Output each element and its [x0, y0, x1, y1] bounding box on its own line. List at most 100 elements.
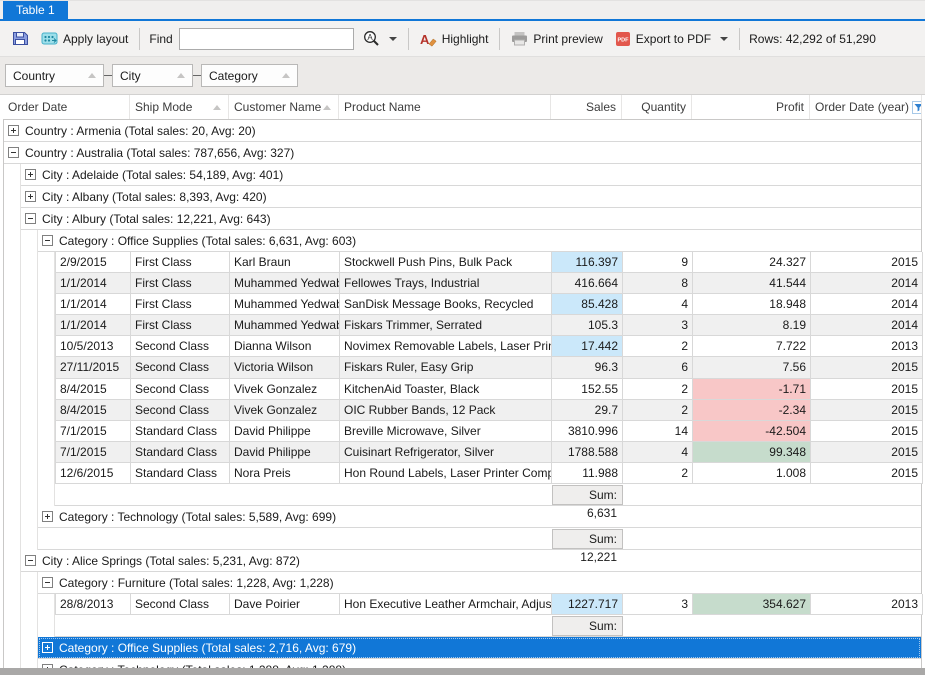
expand-icon[interactable]: [42, 642, 53, 653]
cell-date[interactable]: 27/11/2015: [55, 357, 131, 378]
cell-sales[interactable]: 11.988: [552, 463, 623, 484]
table-row[interactable]: 28/8/2013Second ClassDave PoirierHon Exe…: [4, 594, 921, 615]
column-header-qty[interactable]: Quantity: [622, 95, 692, 119]
cell-year[interactable]: 2015: [811, 252, 923, 273]
cell-profit[interactable]: 7.722: [693, 336, 811, 357]
group-row[interactable]: Category : Furniture (Total sales: 1,228…: [4, 572, 921, 594]
cell-qty[interactable]: 4: [623, 442, 693, 463]
tab-table-1[interactable]: Table 1: [3, 1, 68, 19]
cell-ship[interactable]: Standard Class: [131, 421, 230, 442]
cell-qty[interactable]: 3: [623, 315, 693, 336]
cell-sales[interactable]: 85.428: [552, 294, 623, 315]
column-header-year[interactable]: Order Date (year): [810, 95, 922, 119]
cell-ship[interactable]: First Class: [131, 273, 230, 294]
expand-icon[interactable]: [42, 511, 53, 522]
cell-date[interactable]: 12/6/2015: [55, 463, 131, 484]
cell-sales[interactable]: 1788.588: [552, 442, 623, 463]
cell-ship[interactable]: First Class: [131, 252, 230, 273]
cell-ship[interactable]: Second Class: [131, 400, 230, 421]
group-row-content[interactable]: City : Albury (Total sales: 12,221, Avg:…: [21, 208, 921, 230]
cell-year[interactable]: 2015: [811, 442, 923, 463]
cell-ship[interactable]: Second Class: [131, 357, 230, 378]
expand-icon[interactable]: [8, 125, 19, 136]
expand-icon[interactable]: [25, 191, 36, 202]
group-row-content[interactable]: Category : Office Supplies (Total sales:…: [38, 230, 921, 252]
cell-profit[interactable]: 7.56: [693, 357, 811, 378]
column-header-sales[interactable]: Sales: [551, 95, 622, 119]
cell-year[interactable]: 2014: [811, 273, 923, 294]
group-chip-country[interactable]: Country: [5, 64, 104, 87]
table-row[interactable]: 10/5/2013Second ClassDianna WilsonNovime…: [4, 336, 921, 357]
save-button[interactable]: [6, 26, 35, 51]
cell-year[interactable]: 2015: [811, 379, 923, 400]
cell-date[interactable]: 10/5/2013: [55, 336, 131, 357]
table-row[interactable]: 1/1/2014First ClassMuhammed YedwabSanDis…: [4, 294, 921, 315]
cell-customer[interactable]: Muhammed Yedwab: [230, 273, 340, 294]
cell-product[interactable]: Hon Round Labels, Laser Printer Comp: [340, 463, 552, 484]
cell-qty[interactable]: 2: [623, 463, 693, 484]
cell-sales[interactable]: 152.55: [552, 379, 623, 400]
cell-product[interactable]: Fellowes Trays, Industrial: [340, 273, 552, 294]
highlight-button[interactable]: A Highlight: [414, 27, 495, 51]
table-row[interactable]: 27/11/2015Second ClassVictoria WilsonFis…: [4, 357, 921, 378]
cell-profit[interactable]: -42.504: [693, 421, 811, 442]
column-header-product[interactable]: Product Name: [339, 95, 551, 119]
cell-customer[interactable]: Vivek Gonzalez: [230, 379, 340, 400]
group-row-content[interactable]: Country : Australia (Total sales: 787,65…: [4, 142, 921, 164]
group-row[interactable]: City : Albury (Total sales: 12,221, Avg:…: [4, 208, 921, 230]
cell-year[interactable]: 2015: [811, 463, 923, 484]
column-header-ship[interactable]: Ship Mode: [130, 95, 229, 119]
group-row[interactable]: Category : Technology (Total sales: 5,58…: [4, 506, 921, 528]
cell-ship[interactable]: Second Class: [131, 379, 230, 400]
cell-sales[interactable]: 3810.996: [552, 421, 623, 442]
cell-profit[interactable]: 24.327: [693, 252, 811, 273]
collapse-icon[interactable]: [42, 577, 53, 588]
filter-icon[interactable]: [912, 101, 922, 114]
cell-product[interactable]: Fiskars Trimmer, Serrated: [340, 315, 552, 336]
cell-year[interactable]: 2015: [811, 421, 923, 442]
table-row[interactable]: 8/4/2015Second ClassVivek GonzalezKitche…: [4, 379, 921, 400]
expand-icon[interactable]: [25, 169, 36, 180]
cell-date[interactable]: 2/9/2015: [55, 252, 131, 273]
cell-year[interactable]: 2014: [811, 315, 923, 336]
cell-ship[interactable]: First Class: [131, 294, 230, 315]
table-row[interactable]: 1/1/2014First ClassMuhammed YedwabFiskar…: [4, 315, 921, 336]
cell-product[interactable]: Novimex Removable Labels, Laser Printer: [340, 336, 552, 357]
cell-sales[interactable]: 29.7: [552, 400, 623, 421]
table-row[interactable]: 12/6/2015Standard ClassNora PreisHon Rou…: [4, 463, 921, 484]
cell-profit[interactable]: 18.948: [693, 294, 811, 315]
cell-date[interactable]: 1/1/2014: [55, 273, 131, 294]
cell-customer[interactable]: Karl Braun: [230, 252, 340, 273]
cell-date[interactable]: 28/8/2013: [55, 594, 131, 615]
cell-product[interactable]: Breville Microwave, Silver: [340, 421, 552, 442]
cell-customer[interactable]: Nora Preis: [230, 463, 340, 484]
group-row[interactable]: City : Albany (Total sales: 8,393, Avg: …: [4, 186, 921, 208]
group-row-content[interactable]: Category : Technology (Total sales: 5,58…: [38, 506, 921, 528]
cell-date[interactable]: 8/4/2015: [55, 379, 131, 400]
cell-date[interactable]: 7/1/2015: [55, 442, 131, 463]
cell-customer[interactable]: Dave Poirier: [230, 594, 340, 615]
column-header-customer[interactable]: Customer Name: [229, 95, 339, 119]
table-row[interactable]: 2/9/2015First ClassKarl BraunStockwell P…: [4, 252, 921, 273]
column-header-profit[interactable]: Profit: [692, 95, 810, 119]
cell-qty[interactable]: 2: [623, 400, 693, 421]
cell-qty[interactable]: 3: [623, 594, 693, 615]
cell-date[interactable]: 8/4/2015: [55, 400, 131, 421]
group-row-content[interactable]: Country : Armenia (Total sales: 20, Avg:…: [4, 120, 921, 142]
column-header-date[interactable]: Order Date: [3, 95, 130, 119]
group-row-content[interactable]: Category : Furniture (Total sales: 1,228…: [38, 572, 921, 594]
cell-qty[interactable]: 4: [623, 294, 693, 315]
group-chip-city[interactable]: City: [112, 64, 193, 87]
cell-product[interactable]: Stockwell Push Pins, Bulk Pack: [340, 252, 552, 273]
group-row[interactable]: City : Alice Springs (Total sales: 5,231…: [4, 550, 921, 572]
cell-qty[interactable]: 14: [623, 421, 693, 442]
cell-customer[interactable]: David Philippe: [230, 442, 340, 463]
cell-date[interactable]: 7/1/2015: [55, 421, 131, 442]
cell-customer[interactable]: Victoria Wilson: [230, 357, 340, 378]
collapse-icon[interactable]: [25, 213, 36, 224]
group-row-content[interactable]: City : Albany (Total sales: 8,393, Avg: …: [21, 186, 921, 208]
cell-sales[interactable]: 1227.717: [552, 594, 623, 615]
cell-profit[interactable]: -2.34: [693, 400, 811, 421]
group-row-content[interactable]: Category : Office Supplies (Total sales:…: [38, 637, 921, 659]
collapse-icon[interactable]: [8, 147, 19, 158]
